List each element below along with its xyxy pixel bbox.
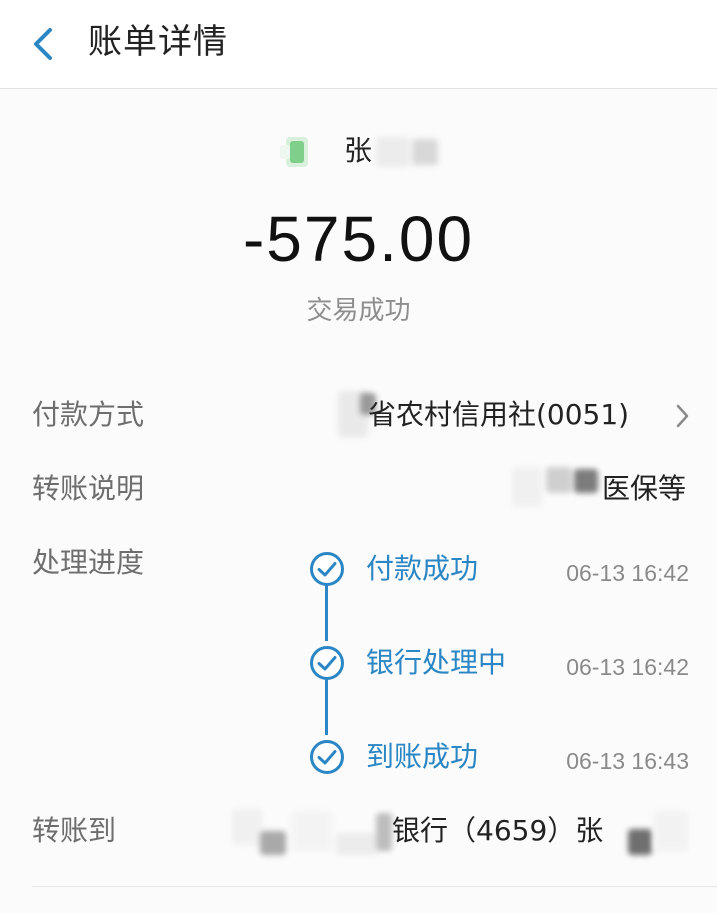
transfer-note-value: 医保等 — [602, 472, 687, 505]
transfer-to-redaction — [232, 809, 262, 845]
chevron-left-icon[interactable] — [26, 22, 66, 66]
step-time-paid: 06-13 16:42 — [566, 560, 689, 586]
step-label-paid: 付款成功 — [366, 552, 479, 585]
payee-name-redaction — [376, 137, 410, 167]
transaction-amount: -575.00 — [242, 203, 475, 275]
payee-name: 张 — [344, 134, 373, 167]
transfer-to-redaction — [292, 811, 332, 851]
transfer-to-redaction — [336, 833, 378, 855]
transfer-note-redaction — [546, 467, 572, 493]
payment-method-value[interactable]: 省农村信用社(0051) — [368, 397, 629, 433]
transfer-note-redaction — [574, 469, 598, 493]
transfer-to-redaction — [260, 831, 286, 855]
step-label-received: 到账成功 — [366, 740, 479, 773]
bill-detail-content: 张 -575.00 交易成功 付款方式 省农村信用社(0051) 转账说明 医保… — [0, 89, 717, 913]
check-circle-icon — [310, 646, 344, 680]
payee-name-redaction — [412, 139, 438, 165]
chevron-right-icon[interactable] — [672, 401, 692, 431]
transfer-note-redaction — [512, 467, 542, 507]
transfer-note-label: 转账说明 — [32, 472, 145, 505]
header-bar: 账单详情 — [0, 0, 717, 89]
transfer-to-redaction — [376, 813, 392, 851]
timeline-connector — [325, 585, 328, 641]
check-circle-icon — [310, 740, 344, 774]
step-time-received: 06-13 16:43 — [566, 748, 689, 774]
transfer-to-redaction — [628, 829, 652, 855]
payment-method-label: 付款方式 — [32, 398, 145, 431]
transaction-status: 交易成功 — [306, 296, 411, 326]
step-label-processing: 银行处理中 — [366, 646, 507, 679]
timeline-connector — [325, 679, 328, 735]
check-circle-icon — [310, 552, 344, 586]
transfer-to-value: 银行（4659）张 — [392, 814, 604, 847]
section-divider — [32, 886, 717, 887]
back-button[interactable] — [26, 22, 66, 66]
page-title: 账单详情 — [88, 22, 228, 62]
step-time-processing: 06-13 16:42 — [566, 654, 689, 680]
transfer-to-label: 转账到 — [32, 814, 117, 847]
payee-section: 张 — [0, 129, 717, 173]
progress-label: 处理进度 — [32, 546, 145, 579]
payee-avatar-icon — [280, 137, 308, 167]
transfer-to-redaction — [654, 811, 688, 851]
